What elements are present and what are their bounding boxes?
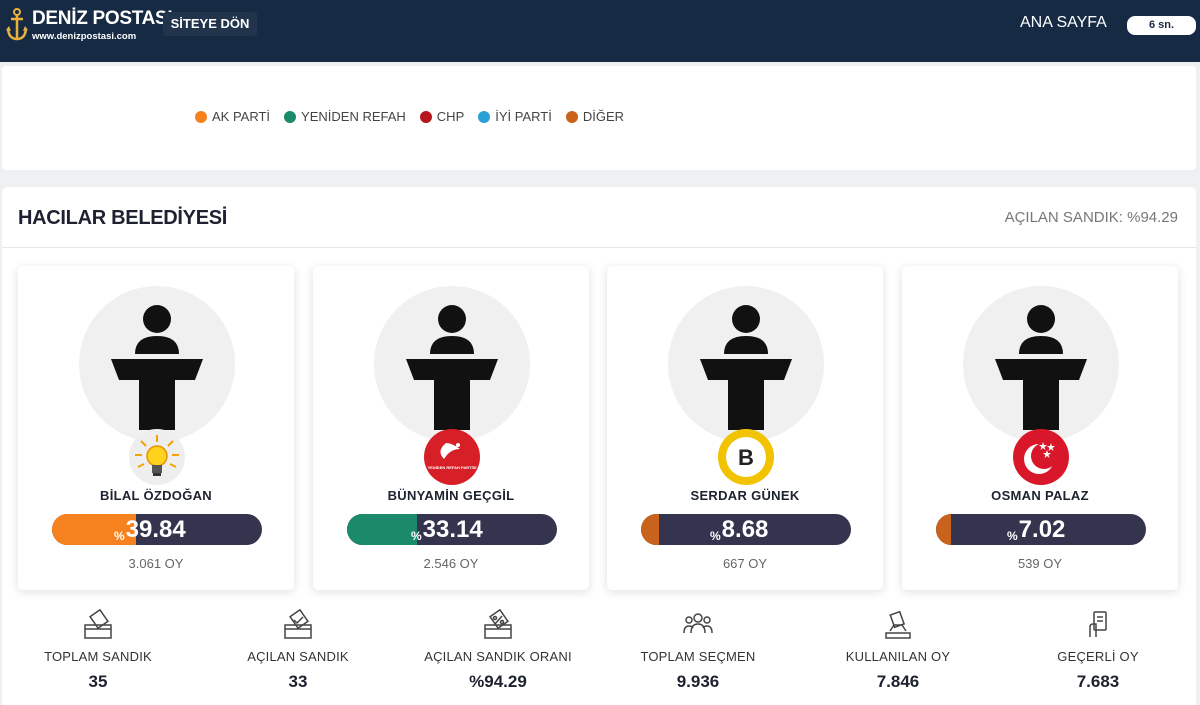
stat-label: TOPLAM SANDIK — [44, 649, 152, 664]
podium-speaker-icon — [700, 305, 792, 430]
legend-panel: AK PARTİ YENİDEN REFAH CHP İYİ PARTİ DİĞ… — [2, 66, 1196, 170]
legend-item-yeniden-refah: YENİDEN REFAH — [284, 109, 406, 124]
legend-item-ak-parti: AK PARTİ — [195, 109, 270, 124]
stat-label: AÇILAN SANDIK — [247, 649, 349, 664]
candidate-card: B SERDAR GÜNEK %8.68 667 OY — [607, 266, 883, 590]
badge-text: YENİDEN REFAH PARTİSİ — [427, 465, 476, 470]
legend-label: AK PARTİ — [212, 109, 271, 124]
region-title: HACILAR BELEDİYESİ — [18, 207, 228, 229]
stat-value: 35 — [88, 672, 108, 691]
percent-sign: % — [411, 529, 422, 543]
ballot-check-icon — [284, 609, 312, 639]
vote-share-bar: %33.14 — [347, 514, 557, 545]
legend-label: İYİ PARTİ — [495, 109, 552, 124]
party-legend: AK PARTİ YENİDEN REFAH CHP İYİ PARTİ DİĞ… — [195, 109, 624, 124]
brand-name: DENİZ POSTASI — [32, 8, 173, 29]
percent-value: 33.14 — [422, 516, 483, 543]
brand-url: www.denizpostasi.com — [32, 31, 137, 42]
stat-label: GEÇERLİ OY — [1057, 649, 1139, 664]
stat-value: 7.683 — [1076, 672, 1120, 691]
legend-dot — [284, 110, 297, 123]
vote-share-bar: %39.84 — [52, 514, 262, 545]
legend-item-diger: DİĞER — [565, 109, 625, 124]
results-panel: HACILAR BELEDİYESİ AÇILAN SANDIK: %94.29 — [2, 187, 1196, 705]
stat-toplam-secmen: TOPLAM SEÇMEN 9.936 — [608, 609, 788, 692]
stat-label: AÇILAN SANDIK ORANI — [424, 649, 572, 664]
stat-label: KULLANILAN OY — [845, 649, 951, 664]
percent-value: 7.02 — [1018, 516, 1066, 543]
vote-hand-icon — [885, 610, 911, 639]
vote-percent: %7.02 — [1007, 514, 1065, 545]
anchor-icon — [6, 8, 28, 41]
ballot-percent-icon — [484, 609, 512, 639]
percent-sign: % — [710, 529, 721, 543]
legend-dot — [419, 110, 432, 123]
badge-text: B — [738, 445, 754, 470]
podium-speaker-icon — [406, 305, 498, 430]
candidate-card: BİLAL ÖZDOĞAN %39.84 3.061 OY — [18, 266, 294, 590]
legend-dot — [565, 110, 578, 123]
vote-percent: %33.14 — [411, 514, 483, 545]
legend-label: YENİDEN REFAH — [301, 109, 406, 124]
stat-value: 33 — [288, 672, 308, 691]
vote-share-fill — [641, 514, 660, 545]
vote-share-bar: %8.68 — [641, 514, 851, 545]
top-bar: DENİZ POSTASI www.denizpostasi.com SİTEY… — [0, 0, 1200, 62]
candidate-name: OSMAN PALAZ — [991, 488, 1089, 503]
stat-value: 9.936 — [676, 672, 720, 691]
candidate-name: SERDAR GÜNEK — [690, 488, 800, 503]
vote-count: 2.546 OY — [423, 556, 479, 571]
site-logo[interactable]: DENİZ POSTASI www.denizpostasi.com — [6, 8, 173, 48]
podium-speaker-icon — [111, 305, 203, 430]
candidate-card: YENİDEN REFAH PARTİSİ BÜNYAMİN GEÇGİL %3… — [313, 266, 589, 590]
refresh-timer: 6 sn. — [1127, 16, 1196, 35]
legend-dot — [478, 110, 491, 123]
stat-label: TOPLAM SEÇMEN — [640, 649, 756, 664]
legend-label: DİĞER — [582, 109, 625, 124]
stat-acilan-sandik-orani: AÇILAN SANDIK ORANI %94.29 — [408, 609, 588, 692]
vote-percent: %39.84 — [114, 514, 186, 545]
candidate-name: BİLAL ÖZDOĞAN — [100, 488, 212, 503]
stat-acilan-sandik: AÇILAN SANDIK 33 — [208, 609, 388, 692]
vote-count: 539 OY — [1017, 556, 1063, 571]
vote-share-fill — [936, 514, 951, 545]
stat-kullanilan-oy: KULLANILAN OY 7.846 — [808, 609, 988, 692]
yeniden-refah-logo-icon: YENİDEN REFAH PARTİSİ — [424, 429, 480, 485]
stat-value: %94.29 — [469, 672, 527, 691]
legend-label: CHP — [436, 109, 465, 124]
opened-ballot-ratio: AÇILAN SANDIK: %94.29 — [1004, 209, 1178, 226]
legend-dot — [195, 110, 207, 123]
vote-count: 3.061 OY — [128, 556, 184, 571]
ak-parti-bulb-icon — [129, 429, 185, 485]
stat-value: 7.846 — [876, 672, 920, 691]
legend-item-chp: CHP — [419, 109, 465, 124]
stat-gecerli-oy: GEÇERLİ OY 7.683 — [1008, 609, 1188, 692]
vote-percent: %8.68 — [710, 514, 768, 545]
candidate-card: OSMAN PALAZ %7.02 539 OY — [902, 266, 1178, 590]
percent-value: 39.84 — [125, 516, 186, 543]
candidate-name: BÜNYAMİN GEÇGİL — [387, 488, 515, 503]
percent-sign: % — [1007, 529, 1018, 543]
ballot-box-icon — [84, 609, 112, 639]
stat-toplam-sandik: TOPLAM SANDIK 35 — [8, 609, 188, 692]
legend-item-iyi-parti: İYİ PARTİ — [478, 109, 552, 124]
vote-share-bar: %7.02 — [936, 514, 1146, 545]
vote-count: 667 OY — [722, 556, 768, 571]
percent-value: 8.68 — [721, 516, 769, 543]
valid-vote-icon — [1089, 611, 1107, 637]
crescent-stars-icon — [1013, 429, 1069, 485]
b-letter-badge-icon: B — [718, 429, 774, 485]
percent-sign: % — [114, 529, 125, 543]
people-icon — [683, 613, 713, 634]
podium-speaker-icon — [995, 305, 1087, 430]
vote-share-fill — [347, 514, 417, 545]
back-to-site-button[interactable]: SİTEYE DÖN — [163, 12, 257, 36]
divider — [2, 247, 1196, 248]
home-link[interactable]: ANA SAYFA — [1020, 14, 1107, 32]
